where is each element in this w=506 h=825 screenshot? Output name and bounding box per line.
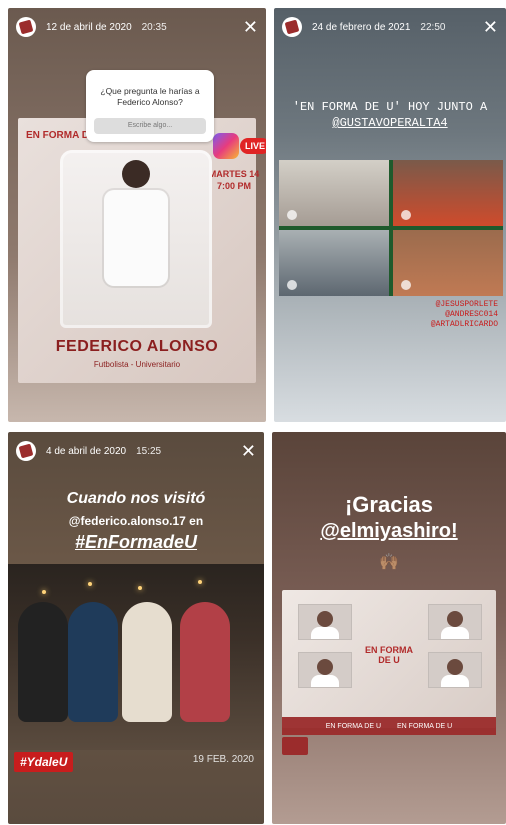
story-2: 24 de febrero de 2021 22:50 ✕ 'EN FORMA … [274, 8, 506, 422]
hashtag-badge[interactable]: #YdaleU [14, 752, 74, 772]
light-bulb [42, 590, 46, 594]
participant-avatar [401, 210, 411, 220]
story-date: 12 de abril de 2020 [46, 21, 132, 33]
story-title: 'EN FORMA DE U' HOY JUNTO A @GUSTAVOPERA… [274, 100, 506, 130]
team-avatar[interactable] [16, 17, 36, 37]
title-handle[interactable]: @GUSTAVOPERALTA4 [274, 116, 506, 130]
team-avatar[interactable] [16, 441, 36, 461]
participant-thumb [298, 652, 352, 688]
video-call-grid [279, 160, 503, 296]
story-date: 4 de abril de 2020 [46, 445, 127, 457]
person [68, 602, 118, 722]
question-input[interactable]: Escribe algo... [94, 118, 206, 134]
participant-thumb [428, 604, 482, 640]
participant-tile [393, 160, 503, 226]
footer-bar: EN FORMA DE U EN FORMA DE U [282, 717, 496, 735]
person [18, 602, 68, 722]
story-time: 15:25 [136, 445, 162, 457]
person [180, 602, 230, 722]
handle-line[interactable]: @federico.alonso.17 en [8, 514, 264, 528]
player-image [60, 150, 212, 328]
thanks-handle[interactable]: @elmiyashiro! [272, 520, 506, 543]
event-photo [8, 564, 264, 750]
light-bulb [88, 582, 92, 586]
participant-thumb [428, 652, 482, 688]
hashtag[interactable]: #EnFormadeU [8, 532, 264, 553]
team-avatar[interactable] [282, 17, 302, 37]
close-icon[interactable]: ✕ [483, 18, 498, 36]
story-time: 22:50 [420, 21, 446, 33]
close-icon[interactable]: ✕ [243, 18, 258, 36]
story-date: 24 de febrero de 2021 [312, 21, 411, 33]
tag[interactable]: @ANDRESC014 [431, 310, 498, 320]
crest-icon [18, 19, 34, 35]
story-header: 24 de febrero de 2021 22:50 ✕ [274, 8, 506, 46]
live-badge: LIVE [240, 138, 266, 154]
brand-corner-mark [282, 737, 308, 755]
schedule: MARTES 14 7:00 PM [208, 168, 260, 192]
participant-avatar [401, 280, 411, 290]
story-4: ¡Gracias @elmiyashiro! 🙌🏽 EN FORMA DE U … [272, 432, 506, 824]
twitter-footer-text[interactable]: EN FORMA DE U [326, 723, 381, 730]
tag[interactable]: @ARTADLRICARDO [431, 320, 498, 330]
light-bulb [138, 586, 142, 590]
close-icon[interactable]: ✕ [241, 442, 256, 460]
story-1: 12 de abril de 2020 20:35 ✕ EN FORMA DE … [8, 8, 266, 422]
schedule-day: MARTES 14 [208, 169, 260, 179]
photo-date: 19 FEB. 2020 [192, 754, 254, 765]
story-header: 4 de abril de 2020 15:25 ✕ [8, 432, 264, 470]
participant-thumb [298, 604, 352, 640]
participant-tile [393, 230, 503, 296]
story-time: 20:35 [141, 21, 167, 33]
question-sticker: ¿Que pregunta le harías a Federico Alons… [86, 70, 214, 142]
crest-icon [284, 19, 300, 35]
light-bulb [198, 580, 202, 584]
tag[interactable]: @JESUSPORLETE [431, 300, 498, 310]
participant-tile [279, 230, 389, 296]
facebook-footer-text[interactable]: EN FORMA DE U [397, 723, 452, 730]
story-3: 4 de abril de 2020 15:25 ✕ Cuando nos vi… [8, 432, 264, 824]
person [122, 602, 172, 722]
schedule-time: 7:00 PM [216, 181, 251, 191]
crest-icon [18, 443, 34, 459]
player-name: FEDERICO ALONSO [55, 338, 219, 355]
tag-list: @JESUSPORLETE @ANDRESC014 @ARTADLRICARDO [431, 300, 498, 330]
instagram-icon [213, 133, 239, 159]
question-prompt: ¿Que pregunta le harías a Federico Alons… [100, 86, 200, 107]
participant-avatar [287, 280, 297, 290]
thanks-title: ¡Gracias [344, 492, 434, 517]
video-call-panel: EN FORMA DE U [282, 590, 496, 728]
clapping-hands-icon: 🙌🏽 [379, 554, 399, 571]
story-header: 12 de abril de 2020 20:35 ✕ [8, 8, 266, 46]
player-subtitle: Futbolista - Universitario [93, 360, 181, 369]
participant-avatar [287, 210, 297, 220]
panel-brand: EN FORMA DE U [365, 645, 413, 665]
participant-tile [279, 160, 389, 226]
title-line: 'EN FORMA DE U' HOY JUNTO A [292, 100, 488, 114]
headline: Cuando nos visitó [66, 490, 206, 507]
